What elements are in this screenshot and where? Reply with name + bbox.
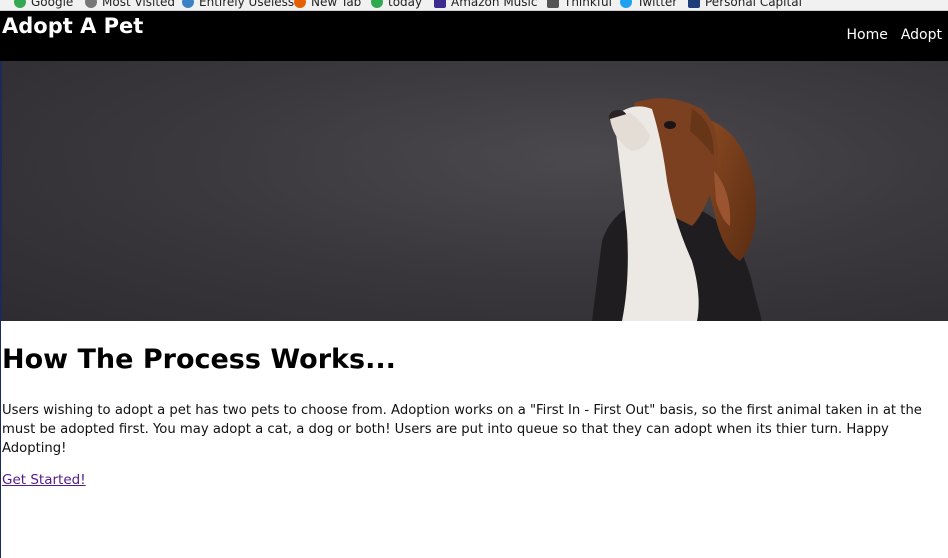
- nav-link-home[interactable]: Home: [846, 27, 887, 43]
- hero-banner: [0, 61, 948, 321]
- bookmark-label: Twitter: [637, 0, 678, 9]
- page-heading: How The Process Works...: [2, 344, 396, 375]
- bookmark-label: New Tab: [311, 0, 362, 9]
- main-content: How The Process Works... Users wishing t…: [2, 321, 942, 488]
- bookmark-google[interactable]: Google: [14, 0, 73, 10]
- page-left-edge: [0, 321, 1, 558]
- page-icon: [547, 0, 559, 8]
- pc-icon: [688, 0, 700, 8]
- bookmark-new-tab[interactable]: New Tab: [294, 0, 361, 10]
- bookmark-amazon-music[interactable]: Amazon Music: [434, 0, 537, 10]
- bookmark-label: Most Visited: [102, 0, 176, 9]
- bookmark-today[interactable]: today: [371, 0, 422, 10]
- bookmark-label: Personal Capital: [705, 0, 802, 9]
- bookmark-thinkful[interactable]: Thinkful: [547, 0, 612, 10]
- bookmark-entirely-useless[interactable]: Entirely Useless: [182, 0, 294, 10]
- firefox-icon: [294, 0, 306, 8]
- bookmark-label: Thinkful: [564, 0, 612, 9]
- bookmark-label: Amazon Music: [451, 0, 538, 9]
- bookmark-most-visited[interactable]: Most Visited: [85, 0, 175, 10]
- navbar: Adopt A Pet Home Adopt: [0, 11, 948, 61]
- bookmark-twitter[interactable]: Twitter: [620, 0, 677, 10]
- check-icon: [371, 0, 383, 8]
- globe-icon: [182, 0, 194, 8]
- bookmark-label: Entirely Useless: [199, 0, 295, 9]
- google-icon: [14, 0, 26, 8]
- gear-icon: [85, 0, 97, 8]
- process-description: Users wishing to adopt a pet has two pet…: [2, 403, 922, 456]
- bookmark-label: today: [388, 0, 423, 9]
- nav-links: Home Adopt: [846, 27, 942, 43]
- twitter-icon: [620, 0, 632, 8]
- bookmark-label: Google: [31, 0, 74, 9]
- nav-link-adopt[interactable]: Adopt: [901, 27, 942, 43]
- get-started-link[interactable]: Get Started!: [2, 472, 86, 488]
- dog-photo: [2, 61, 948, 321]
- bookmark-personal-capital[interactable]: Personal Capital: [688, 0, 802, 10]
- brand-title[interactable]: Adopt A Pet: [2, 14, 143, 38]
- bookmarks-bar: Google Most Visited Entirely Useless New…: [0, 0, 948, 11]
- grid-icon: [434, 0, 446, 8]
